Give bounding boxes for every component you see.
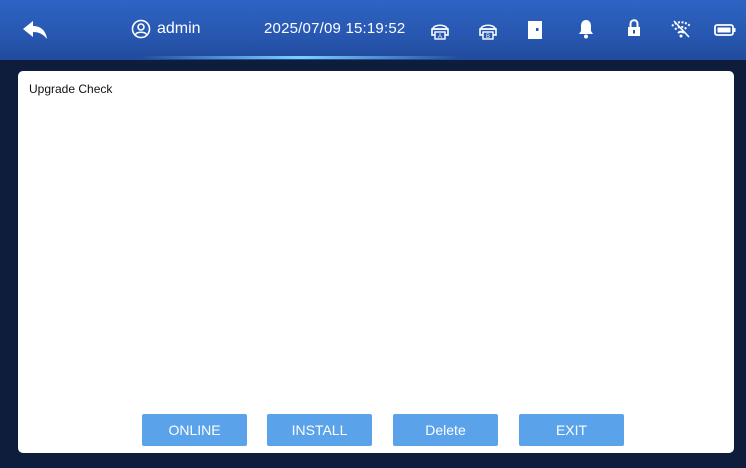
- top-bar: admin 2025/07/09 15:19:52 A B: [0, 0, 746, 60]
- wifi-icon[interactable]: [670, 19, 692, 39]
- delete-button[interactable]: Delete: [393, 414, 498, 446]
- exit-button[interactable]: EXIT: [519, 414, 624, 446]
- svg-text:B: B: [486, 34, 490, 40]
- install-button[interactable]: INSTALL: [267, 414, 372, 446]
- bell-icon[interactable]: [578, 19, 594, 39]
- upgrade-check-panel: Upgrade Check ONLINE INSTALL Delete EXIT: [18, 71, 734, 453]
- door-icon[interactable]: [528, 21, 542, 39]
- svg-text:A: A: [438, 34, 442, 40]
- online-button[interactable]: ONLINE: [142, 414, 247, 446]
- panel-title: Upgrade Check: [29, 82, 113, 96]
- battery-icon: [714, 24, 736, 36]
- datetime-display: 2025/07/09 15:19:52: [264, 20, 406, 37]
- printer-b-icon[interactable]: B: [478, 20, 498, 40]
- back-arrow-icon[interactable]: [22, 20, 48, 40]
- header-glow-line: [140, 56, 460, 59]
- lock-icon[interactable]: [627, 19, 641, 37]
- username-label: admin: [157, 20, 201, 37]
- printer-a-icon[interactable]: A: [430, 20, 450, 40]
- user-icon: [131, 19, 151, 39]
